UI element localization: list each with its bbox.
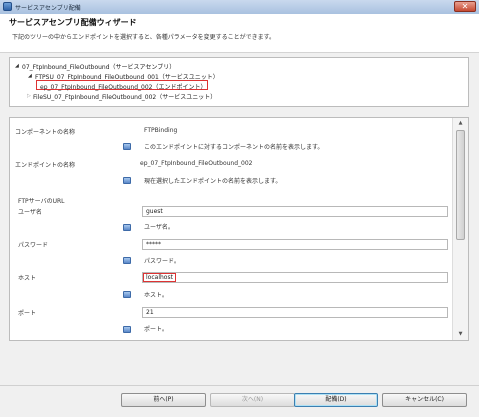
- tree-node-endpoint[interactable]: ep_07_FtpInbound_FileOutbound_002（エンドポイン…: [40, 82, 206, 91]
- port-input[interactable]: 21: [142, 307, 448, 318]
- host-input[interactable]: localhost: [142, 272, 448, 283]
- scroll-up-icon[interactable]: ▲: [453, 119, 468, 128]
- cancel-button[interactable]: キャンセル(C): [382, 393, 467, 407]
- username-desc: ユーザ名。: [144, 224, 174, 231]
- footer-divider: [0, 385, 479, 386]
- info-book-icon: [123, 326, 131, 333]
- username-input[interactable]: guest: [142, 206, 448, 217]
- deploy-button[interactable]: 配備(D): [294, 393, 378, 407]
- component-name-value: FTPBinding: [144, 127, 178, 134]
- info-book-icon: [123, 257, 131, 264]
- next-button[interactable]: 次へ(N): [210, 393, 295, 407]
- component-name-label: コンポーネントの名称: [15, 129, 76, 136]
- password-label: パスワード: [18, 242, 49, 249]
- scrollbar-thumb[interactable]: [456, 130, 465, 240]
- wizard-title: サービスアセンブリ配備ウィザード: [9, 18, 137, 27]
- tree-node-assembly[interactable]: 07_FtpInbound_FileOutbound（サービスアセンブリ）: [22, 62, 175, 71]
- back-button[interactable]: 前へ(P): [121, 393, 206, 407]
- expand-arrow-icon[interactable]: ◢: [28, 73, 32, 79]
- wizard-subtitle: 下記のツリーの中からエンドポイントを選択すると、各種パラメータを変更することがで…: [12, 34, 275, 41]
- tree-node-unit-file[interactable]: FileSU_07_FtpInbound_FileOutbound_002（サー…: [33, 92, 216, 101]
- endpoint-name-desc: 現在選択したエンドポイントの名前を表示します。: [144, 178, 282, 185]
- host-label: ホスト: [18, 275, 37, 282]
- ftp-url-group-label: FTPサーバのURL: [18, 198, 65, 205]
- username-label: ユーザ名: [18, 209, 42, 216]
- host-value-highlight: localhost: [143, 273, 176, 282]
- info-book-icon: [123, 224, 131, 231]
- password-input[interactable]: *****: [142, 239, 448, 250]
- window-title: サービスアセンブリ配備: [15, 5, 81, 12]
- info-book-icon: [123, 143, 131, 150]
- expand-arrow-icon[interactable]: ◢: [15, 63, 19, 69]
- password-desc: パスワード。: [144, 258, 180, 265]
- app-icon: [3, 2, 12, 11]
- endpoint-name-label: エンドポイントの名称: [15, 162, 76, 169]
- port-desc: ポート。: [144, 326, 168, 333]
- info-book-icon: [123, 177, 131, 184]
- component-name-desc: このエンドポイントに対するコンポーネントの名前を表示します。: [144, 144, 324, 151]
- host-desc: ホスト。: [144, 292, 168, 299]
- port-label: ポート: [18, 310, 37, 317]
- info-book-icon: [123, 291, 131, 298]
- collapse-arrow-icon[interactable]: ▷: [27, 93, 31, 99]
- scroll-down-icon[interactable]: ▼: [453, 330, 468, 339]
- endpoint-name-value: ep_07_FtpInbound_FileOutbound_002: [140, 160, 253, 167]
- close-icon[interactable]: ✕: [454, 1, 476, 12]
